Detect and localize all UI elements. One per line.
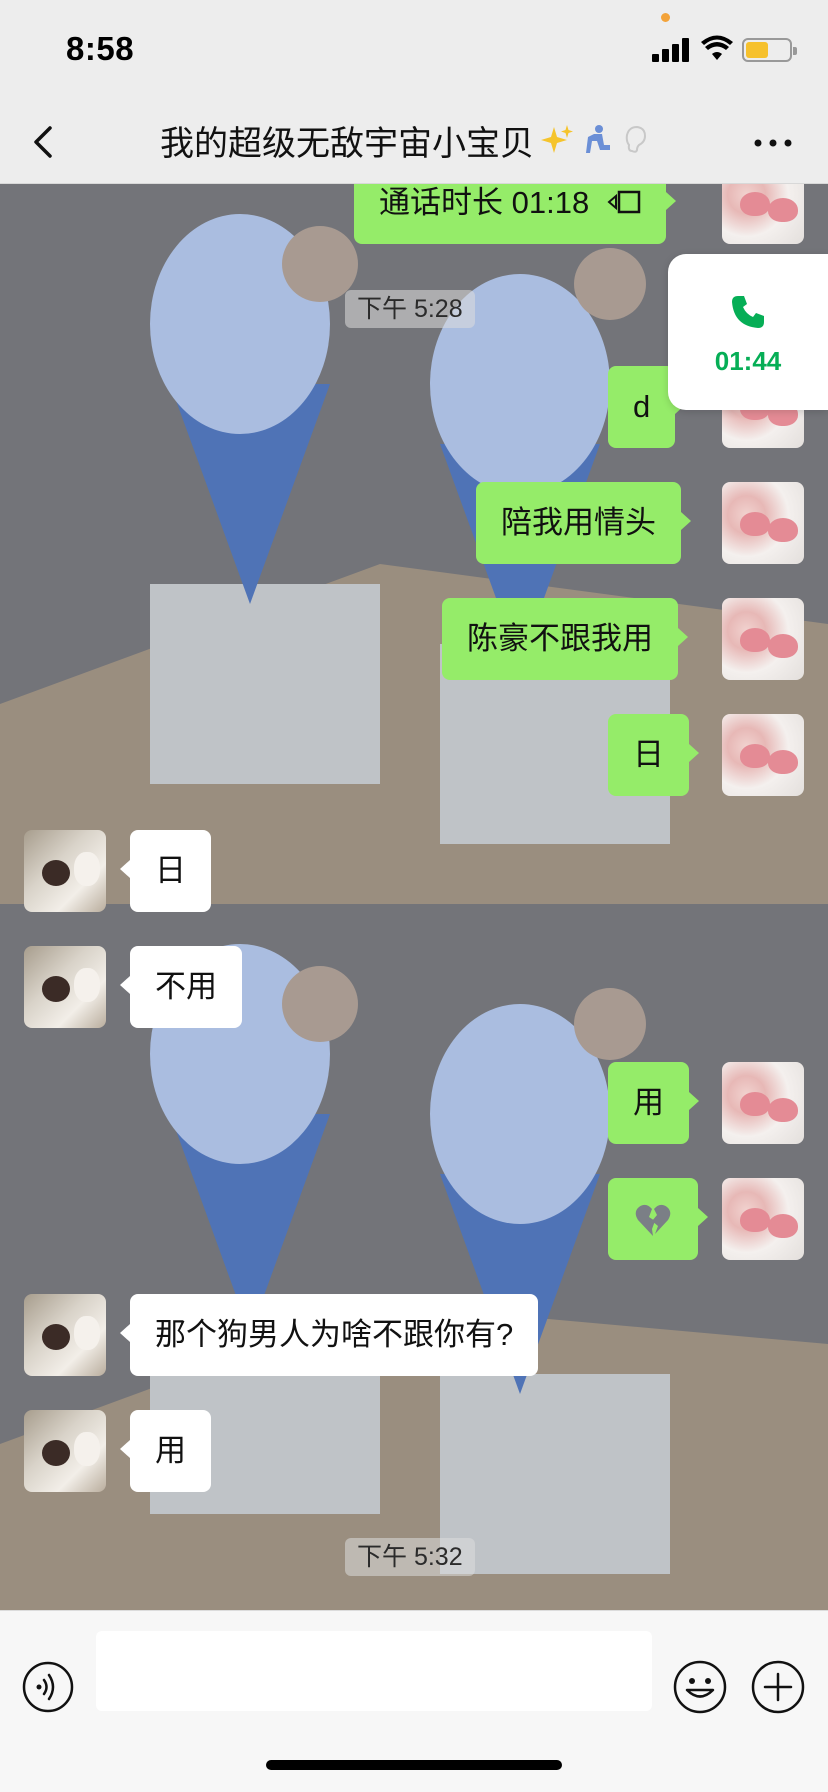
person-in-chair-icon [586,125,610,153]
battery-icon [742,38,797,62]
message-bubble[interactable]: 陈豪不跟我用 [442,598,688,680]
message-bubble[interactable]: 用 [120,1410,211,1492]
phone-icon [732,296,764,328]
more-icon[interactable] [750,128,796,158]
my-avatar[interactable] [722,482,804,564]
back-icon[interactable] [26,120,66,164]
plus-icon[interactable] [750,1659,806,1715]
message-bubble[interactable]: 日 [120,830,211,912]
message-text: 日 [155,853,186,888]
message-bubble[interactable]: d [608,366,686,448]
message-text: 用 [633,1085,664,1120]
chat-area[interactable]: 通话时长 01:18 下午 5:28 d 陪我用情头 陈豪不跟我用 日 日 不用… [0,184,828,1610]
voice-input-icon[interactable] [22,1661,74,1713]
my-avatar[interactable] [722,184,804,244]
message-input[interactable] [96,1631,652,1711]
home-indicator[interactable] [266,1760,562,1770]
chat-title: 我的超级无敌宇宙小宝贝 [160,118,680,163]
message-bubble[interactable]: 陪我用情头 [476,482,691,564]
message-bubble[interactable]: 日 [608,714,699,796]
contact-avatar[interactable] [24,830,106,912]
message-bubble-call-record[interactable]: 通话时长 01:18 [354,184,677,244]
privacy-indicator-dot [661,13,670,22]
video-call-icon [607,190,641,214]
my-avatar[interactable] [722,714,804,796]
status-bar: 8:58 [0,0,828,100]
signal-icon [652,38,692,62]
message-text: 陈豪不跟我用 [467,621,653,656]
message-text: 陪我用情头 [501,505,656,540]
message-bubble[interactable]: 用 [608,1062,699,1144]
my-avatar[interactable] [722,1178,804,1260]
message-bubble-emoji[interactable] [608,1178,708,1260]
my-avatar[interactable] [722,1062,804,1144]
wifi-icon [701,35,733,60]
message-text: 那个狗男人为啥不跟你有? [155,1317,514,1352]
broken-heart-icon [635,1204,671,1236]
chat-title-text: 我的超级无敌宇宙小宝贝 [160,124,534,163]
chat-header: 我的超级无敌宇宙小宝贝 [0,100,828,184]
contact-avatar[interactable] [24,1410,106,1492]
timestamp: 下午 5:28 [345,290,475,328]
ear-icon [625,125,647,153]
floating-call-window[interactable]: 01:44 [668,254,828,410]
message-bubble[interactable]: 不用 [120,946,242,1028]
status-time: 8:58 [66,30,135,67]
message-text: 通话时长 01:18 [379,185,590,220]
call-duration: 01:44 [714,346,782,376]
contact-avatar[interactable] [24,1294,106,1376]
sparkles-icon [541,125,573,153]
message-text: d [633,389,651,424]
message-text: 日 [633,737,664,772]
timestamp: 下午 5:32 [345,1538,475,1576]
emoji-icon[interactable] [672,1659,728,1715]
message-text: 不用 [155,969,217,1004]
my-avatar[interactable] [722,598,804,680]
message-text: 用 [155,1433,186,1468]
contact-avatar[interactable] [24,946,106,1028]
message-bubble[interactable]: 那个狗男人为啥不跟你有? [119,1294,539,1376]
